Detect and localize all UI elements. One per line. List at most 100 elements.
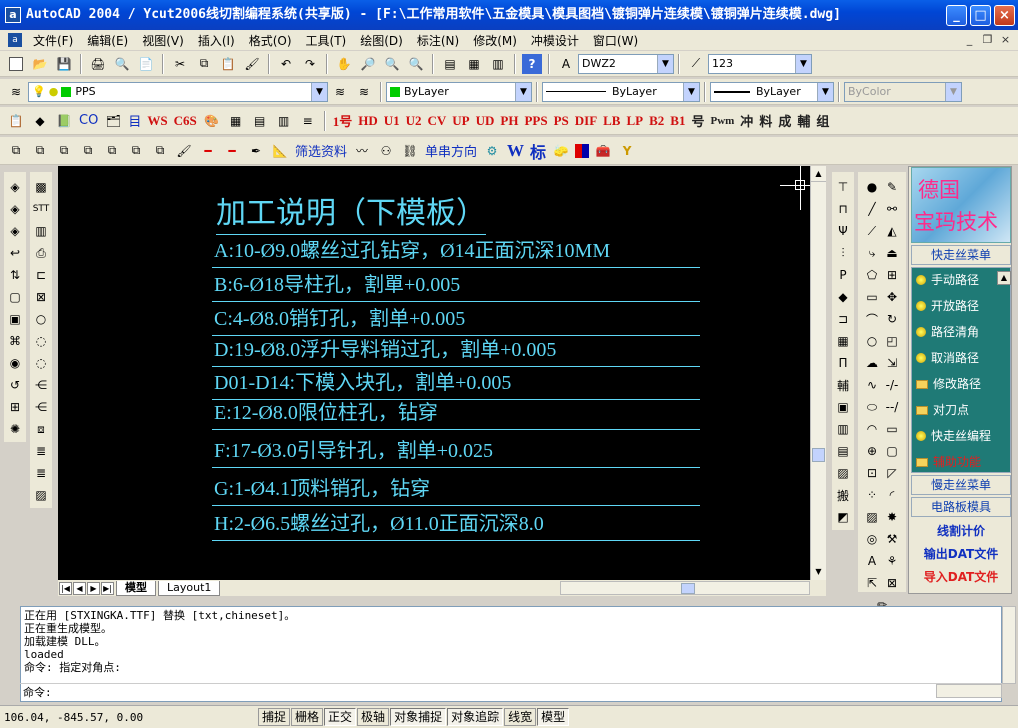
vt2-icon-15[interactable]: ▨ — [31, 485, 51, 505]
ws-button[interactable]: WS — [147, 113, 167, 129]
linetype-combo[interactable]: ByLayer ▼ — [542, 81, 700, 102]
properties-icon[interactable]: ▤ — [440, 54, 460, 74]
tool-icon-4[interactable]: 🗂 — [103, 111, 123, 131]
tool-icon-6[interactable]: ▦ — [226, 111, 246, 131]
xline-icon[interactable]: ⟋ — [862, 221, 882, 241]
close-button[interactable]: × — [994, 5, 1015, 26]
pen-icon[interactable]: ✒ — [246, 141, 266, 161]
layer-previous-icon[interactable]: ≋ — [354, 82, 374, 102]
vt1-icon-11[interactable]: ⊞ — [5, 397, 25, 417]
menu-view[interactable]: 视图(V) — [135, 32, 191, 49]
b1-button[interactable]: B1 — [670, 113, 685, 129]
menu-insert[interactable]: 插入(I) — [191, 32, 242, 49]
filter-data-button[interactable]: 筛选资料 — [295, 141, 347, 160]
menu-die-design[interactable]: 冲模设计 — [524, 32, 586, 49]
rt1-icon-14[interactable]: ▨ — [833, 463, 853, 483]
fillet-icon[interactable]: ◜ — [882, 485, 902, 505]
text-style-icon[interactable]: A — [556, 54, 576, 74]
line-icon[interactable]: ╱ — [862, 199, 882, 219]
ellipse-icon[interactable]: ⬭ — [862, 397, 882, 417]
command-scrollbar[interactable] — [1002, 606, 1016, 684]
print-icon[interactable]: 🖨 — [88, 54, 108, 74]
erase-icon[interactable]: ✎ — [882, 177, 902, 197]
tab-prev-icon[interactable]: ◀ — [73, 581, 86, 595]
menu-draw[interactable]: 绘图(D) — [353, 32, 410, 49]
b2-button[interactable]: B2 — [649, 113, 664, 129]
toolbox-icon[interactable]: 🧰 — [593, 141, 613, 161]
chain-icon[interactable]: ⛓ — [400, 141, 420, 161]
scroll-up-icon[interactable]: ▲ — [811, 166, 826, 182]
tab-next-icon[interactable]: ▶ — [87, 581, 100, 595]
hao-button[interactable]: 号 — [691, 111, 704, 130]
help-icon[interactable]: ? — [522, 53, 542, 74]
vt1-icon-7[interactable]: ▣ — [5, 309, 25, 329]
chong-button[interactable]: 冲 — [740, 111, 753, 130]
vt1-icon-10[interactable]: ↺ — [5, 375, 25, 395]
color-square-icon[interactable] — [575, 143, 590, 158]
tab-last-icon[interactable]: ▶| — [101, 581, 114, 595]
doc-restore-button[interactable]: ❐ — [980, 33, 995, 47]
vt2-icon-3[interactable]: ▥ — [31, 221, 51, 241]
horizontal-scroll-thumb[interactable] — [681, 583, 695, 594]
ortho-toggle[interactable]: 正交 — [324, 708, 357, 726]
undo-icon[interactable]: ↶ — [276, 54, 296, 74]
dif-button[interactable]: DIF — [575, 113, 597, 129]
red-line-icon-2[interactable]: ━ — [222, 141, 242, 161]
dim-style-icon[interactable]: ⟋ — [686, 54, 706, 74]
menu-window[interactable]: 窗口(W) — [586, 32, 645, 49]
make-block-icon[interactable]: ⊡ — [862, 463, 882, 483]
break-point-icon[interactable]: ▢ — [882, 441, 902, 461]
rt1-icon-16[interactable]: ◩ — [833, 507, 853, 527]
tool-icon-8[interactable]: ▥ — [274, 111, 294, 131]
layer-icon-2[interactable]: ⧉ — [30, 141, 50, 161]
rt1-icon-11[interactable]: ▣ — [833, 397, 853, 417]
rotate-icon[interactable]: ↻ — [882, 309, 902, 329]
polyline-icon[interactable]: ⤷ — [862, 243, 882, 263]
rt1-icon-2[interactable]: ⊓ — [833, 199, 853, 219]
rectangle-icon[interactable]: ▭ — [862, 287, 882, 307]
vt2-icon-13[interactable]: ≣ — [31, 441, 51, 461]
polygon-icon[interactable]: ⬠ — [862, 265, 882, 285]
save-icon[interactable]: 💾 — [54, 54, 74, 74]
explode-icon[interactable]: ✸ — [882, 507, 902, 527]
rt1-icon-5[interactable]: P — [833, 265, 853, 285]
vt1-icon-9[interactable]: ◉ — [5, 353, 25, 373]
vt2-icon-4[interactable]: ⎙ — [31, 243, 51, 263]
pwm-button[interactable]: Pwm — [710, 115, 734, 127]
modify-icon-1[interactable]: ⚒ — [882, 529, 902, 549]
rt1-icon-4[interactable]: ⫶ — [833, 243, 853, 263]
pps-button[interactable]: PPS — [524, 113, 547, 129]
rt1-icon-8[interactable]: ▦ — [833, 331, 853, 351]
vt1-icon-5[interactable]: ⇅ — [5, 265, 25, 285]
tool-icon-1[interactable]: 📋 — [6, 111, 26, 131]
tool-icon-2[interactable]: ◆ — [30, 111, 50, 131]
vt1-icon-1[interactable]: ◈ — [5, 177, 25, 197]
panel-item-fast-wire-program[interactable]: 快走丝编程 — [916, 426, 991, 446]
mtext-icon[interactable]: A — [862, 551, 882, 571]
modify-icon-4[interactable]: ⊠ — [882, 573, 902, 593]
extend-icon[interactable]: --/ — [882, 397, 902, 417]
lineweight-combo[interactable]: ByLayer ▼ — [710, 81, 834, 102]
vt2-icon-9[interactable]: ◌ — [31, 353, 51, 373]
region-icon[interactable]: ◎ — [862, 529, 882, 549]
zoom-previous-icon[interactable]: 🔍 — [406, 54, 426, 74]
co-button[interactable]: CO — [79, 113, 98, 128]
lb-button[interactable]: LB — [603, 113, 620, 129]
scale-icon[interactable]: ◰ — [882, 331, 902, 351]
stretch-icon[interactable]: ⇲ — [882, 353, 902, 373]
otrack-toggle[interactable]: 对象追踪 — [447, 708, 504, 726]
match-properties-icon[interactable]: 🖌 — [242, 54, 262, 74]
spline-icon[interactable]: ∿ — [862, 375, 882, 395]
redo-icon[interactable]: ↷ — [300, 54, 320, 74]
vt1-icon-12[interactable]: ✺ — [5, 419, 25, 439]
drawing-canvas[interactable]: 加工说明（下模板） A:10-Ø9.0螺丝过孔钻穿，Ø14正面沉深10MM B:… — [58, 166, 810, 580]
layer-icon-6[interactable]: ⧉ — [126, 141, 146, 161]
import-dat-button[interactable]: 导入DAT文件 — [911, 567, 1011, 587]
menu-file[interactable]: 文件(F) — [26, 32, 80, 49]
up-button[interactable]: UP — [452, 113, 469, 129]
rt1-icon-13[interactable]: ▤ — [833, 441, 853, 461]
point-mark-icon[interactable]: ⁘ — [862, 485, 882, 505]
ph-button[interactable]: PH — [500, 113, 518, 129]
biao-button[interactable]: 标 — [530, 139, 546, 163]
canvas-vertical-scrollbar[interactable]: ▲ ▼ — [810, 166, 826, 580]
